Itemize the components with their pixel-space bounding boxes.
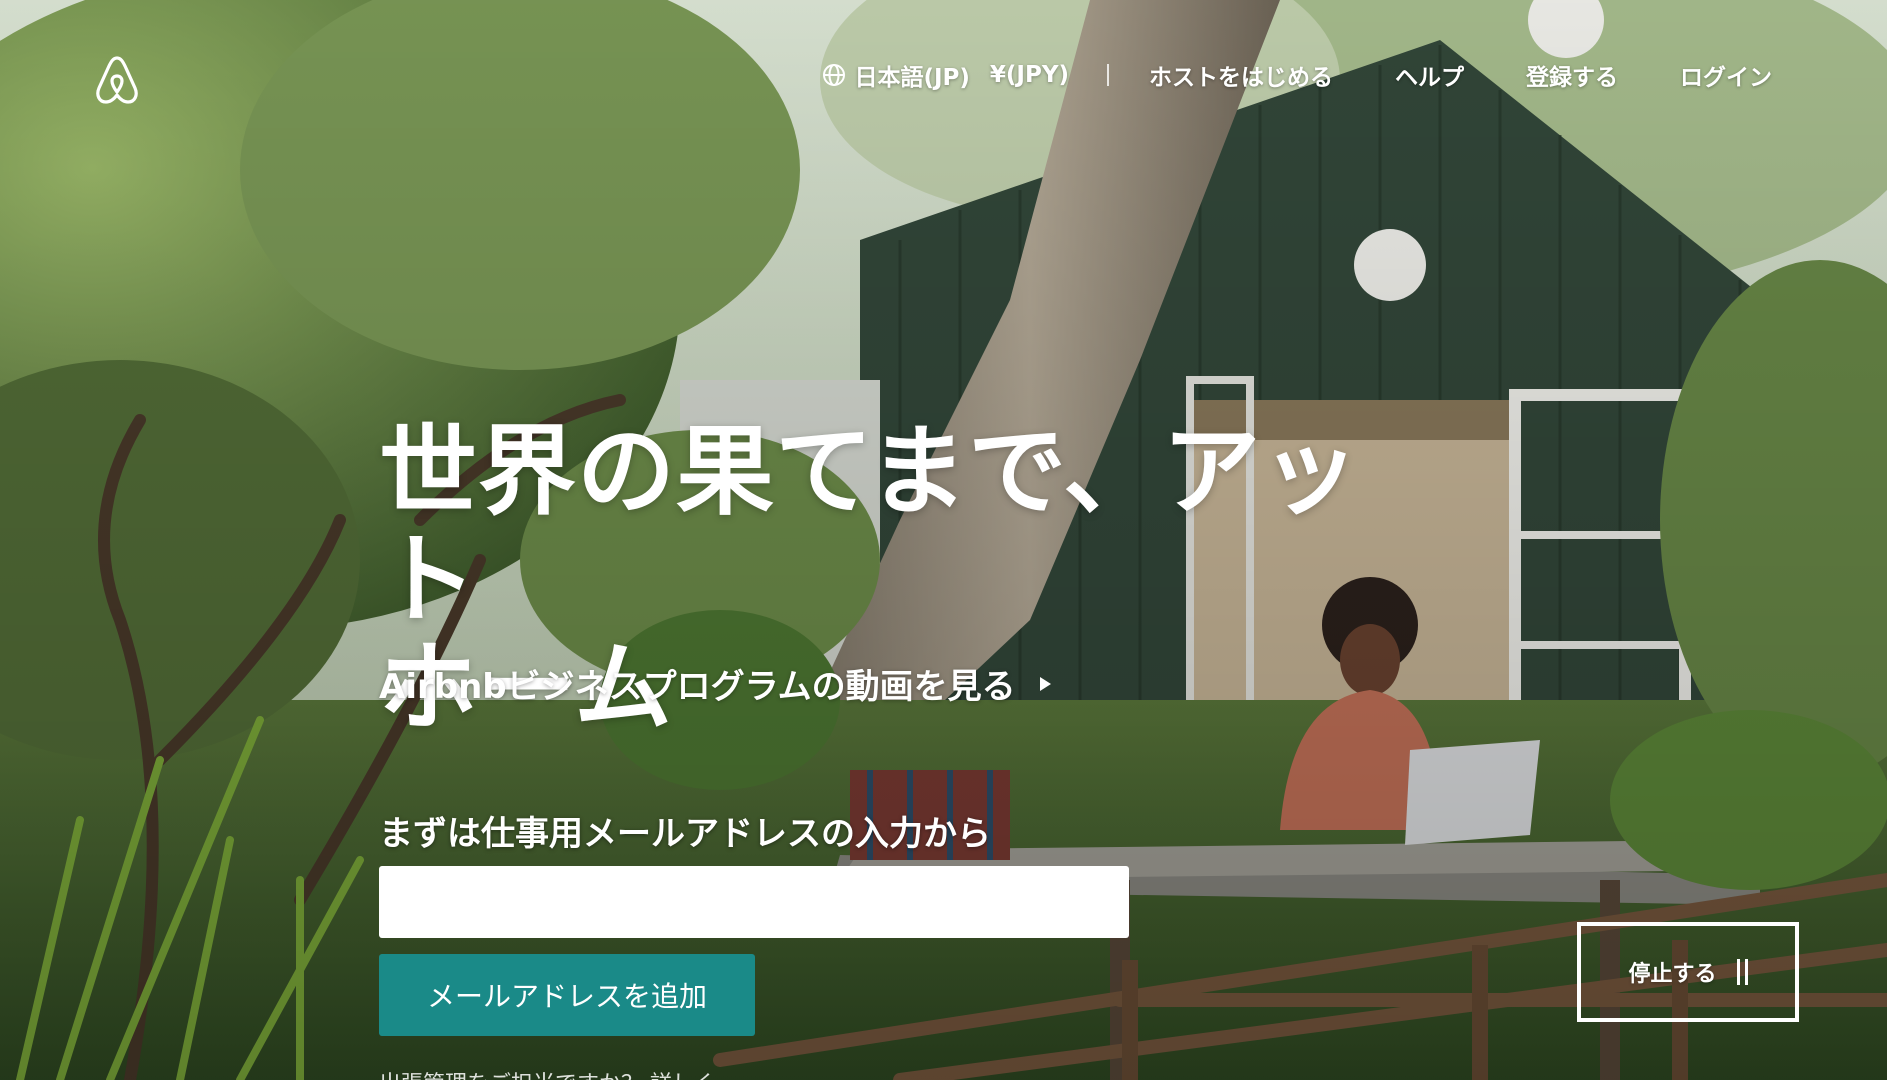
language-label: 日本語(JP) [854, 65, 970, 91]
add-email-button[interactable]: メールアドレスを追加 [379, 954, 755, 1036]
watch-video-link[interactable]: Airbnbビジネスプログラムの動画を見る [379, 659, 1051, 708]
work-email-input[interactable] [379, 866, 1129, 938]
nav-help-link[interactable]: ヘルプ [1395, 58, 1464, 92]
top-nav: 日本語(JP) ¥(JPY) ホストをはじめる ヘルプ 登録する ログイン [822, 58, 1772, 92]
play-triangle-icon [1039, 676, 1051, 691]
pause-icon [1736, 959, 1748, 985]
nav-login-link[interactable]: ログイン [1680, 58, 1772, 92]
airbnb-logo[interactable] [94, 54, 140, 106]
hero-title-line-1: 世界の果てまで、アット [379, 415, 1361, 637]
currency-label: ¥(JPY) [989, 62, 1069, 88]
travel-manager-link[interactable]: 出張管理をご担当ですか？ 詳しく [379, 1066, 716, 1080]
globe-icon [823, 64, 846, 86]
language-selector[interactable]: 日本語(JP) ¥(JPY) [822, 58, 1069, 92]
watch-video-label: Airbnbビジネスプログラムの動画を見る [379, 667, 1016, 707]
stop-video-button[interactable]: 停止する [1577, 922, 1799, 1022]
stop-video-label: 停止する [1628, 962, 1717, 987]
landing-page: 日本語(JP) ¥(JPY) ホストをはじめる ヘルプ 登録する ログイン 世界… [0, 0, 1887, 1080]
nav-divider [1107, 64, 1109, 86]
email-field-label: まずは仕事用メールアドレスの入力から [379, 814, 991, 854]
nav-signup-link[interactable]: 登録する [1526, 58, 1618, 92]
nav-host-link[interactable]: ホストをはじめる [1149, 58, 1333, 92]
